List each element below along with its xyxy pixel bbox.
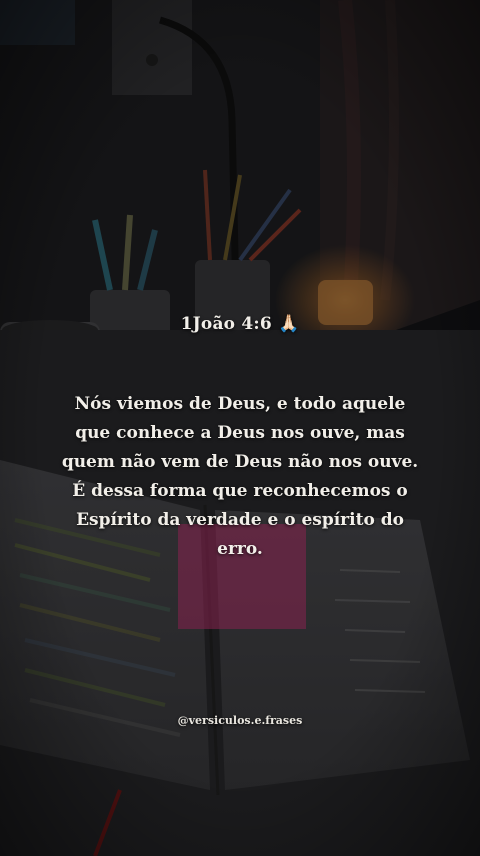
verse-text: Nós viemos de Deus, e todo aquele que co… — [61, 394, 419, 559]
account-handle: @versiculos.e.frases — [177, 714, 303, 727]
background-photo: 1João 4:6 🙏🏻 Nós viemos de Deus, e todo … — [0, 0, 480, 856]
verse-reference: 1João 4:6 🙏🏻 — [180, 314, 300, 334]
